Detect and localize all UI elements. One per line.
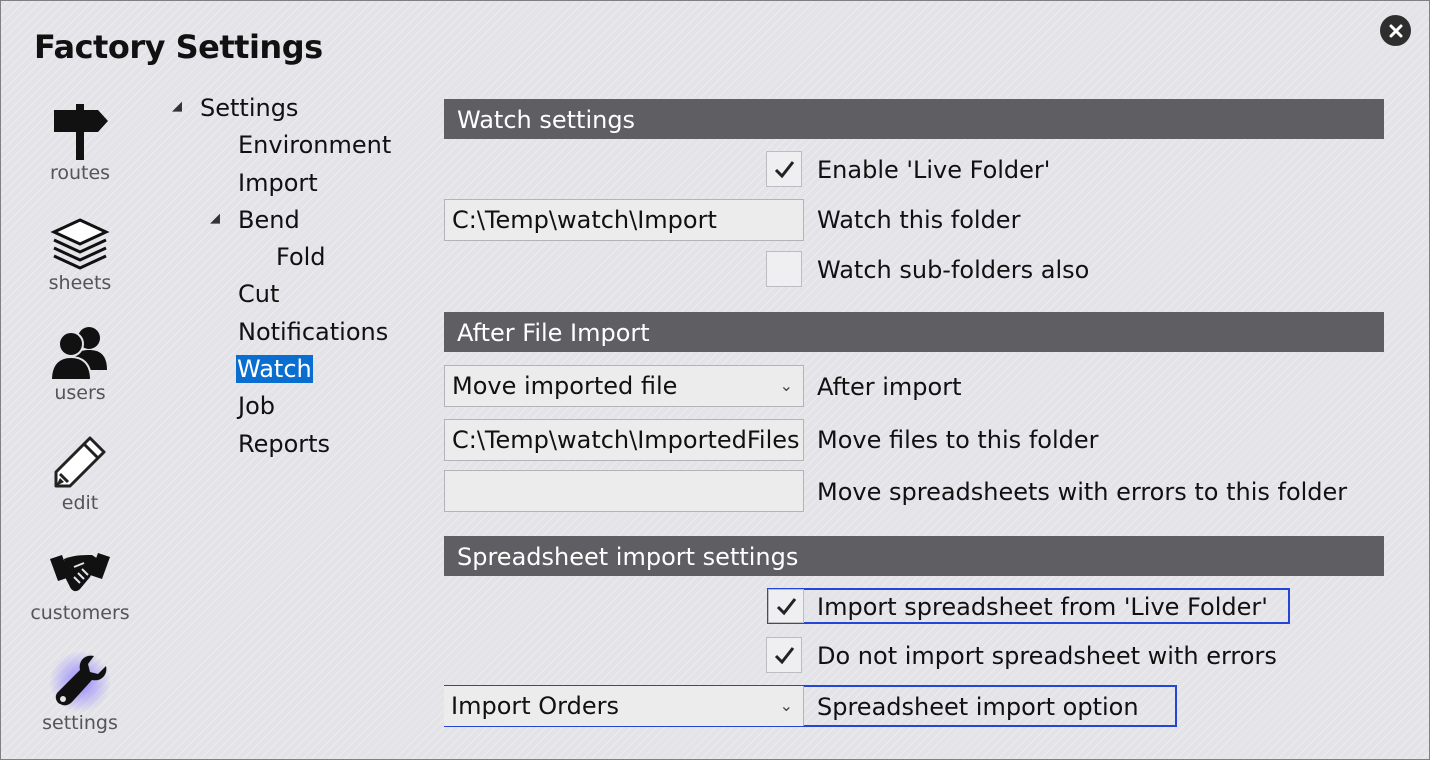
watch-folder-label: Watch this folder xyxy=(817,206,1021,234)
error-folder-label: Move spreadsheets with errors to this fo… xyxy=(817,478,1348,506)
import-from-live-checkbox[interactable] xyxy=(768,589,804,623)
watch-subfolders-checkbox[interactable] xyxy=(766,251,802,287)
nav-customers[interactable]: customers xyxy=(20,540,140,624)
tree-item-reports[interactable]: Reports xyxy=(238,428,330,460)
tree-item-watch-label: Watch xyxy=(236,355,313,383)
checkmark-icon xyxy=(776,598,797,616)
watch-subfolders-label: Watch sub-folders also xyxy=(817,256,1090,284)
wrench-icon xyxy=(20,650,140,714)
close-button[interactable] xyxy=(1380,15,1411,46)
move-folder-label: Move files to this folder xyxy=(817,426,1099,454)
nav-label-sheets: sheets xyxy=(48,272,112,294)
watch-folder-input[interactable]: C:\Temp\watch\Import xyxy=(444,199,804,241)
pencil-icon xyxy=(20,430,140,494)
nav-edit[interactable]: edit xyxy=(20,430,140,514)
nav-label-customers: customers xyxy=(30,602,130,624)
nav-users[interactable]: users xyxy=(20,320,140,404)
tree-item-settings[interactable]: Settings xyxy=(200,92,298,124)
tree-item-job[interactable]: Job xyxy=(238,390,275,422)
tree-item-bend[interactable]: Bend xyxy=(238,204,300,236)
after-import-value: Move imported file xyxy=(452,372,678,400)
watch-settings-header: Watch settings xyxy=(444,99,1384,139)
import-from-live-label: Import spreadsheet from 'Live Folder' xyxy=(817,593,1268,621)
checkmark-icon xyxy=(774,161,795,179)
skip-errors-label: Do not import spreadsheet with errors xyxy=(817,642,1277,670)
after-import-select[interactable]: Move imported file ⌄ xyxy=(444,365,804,407)
skip-errors-checkbox[interactable] xyxy=(766,637,802,673)
tree-item-watch[interactable]: Watch xyxy=(236,353,313,385)
close-icon xyxy=(1389,24,1402,37)
nav-label-edit: edit xyxy=(61,492,99,514)
nav-label-routes: routes xyxy=(49,162,111,184)
nav-settings[interactable]: settings xyxy=(20,650,140,734)
users-icon xyxy=(20,320,140,384)
after-import-label: After import xyxy=(817,373,962,401)
sheets-stack-icon xyxy=(20,210,140,274)
enable-live-folder-checkbox[interactable] xyxy=(766,151,802,187)
spreadsheet-import-header: Spreadsheet import settings xyxy=(444,536,1384,576)
checkmark-icon xyxy=(774,647,795,665)
tree-item-import[interactable]: Import xyxy=(238,167,318,199)
expand-arrow-icon[interactable]: ◢ xyxy=(210,211,220,226)
nav-routes[interactable]: routes xyxy=(20,100,140,184)
handshake-icon xyxy=(20,540,140,604)
error-folder-input[interactable] xyxy=(444,470,804,512)
move-folder-input[interactable]: C:\Temp\watch\ImportedFiles xyxy=(444,419,804,461)
expand-arrow-icon[interactable]: ◢ xyxy=(172,99,182,114)
enable-live-folder-label: Enable 'Live Folder' xyxy=(817,156,1051,184)
chevron-down-icon: ⌄ xyxy=(779,696,793,715)
tree-item-notifications[interactable]: Notifications xyxy=(238,316,388,348)
tree-item-environment[interactable]: Environment xyxy=(238,129,391,161)
import-option-select[interactable]: Import Orders ⌄ xyxy=(444,686,804,726)
tree-item-fold[interactable]: Fold xyxy=(276,241,326,273)
nav-sheets[interactable]: sheets xyxy=(20,210,140,294)
chevron-down-icon: ⌄ xyxy=(779,376,793,395)
nav-label-settings: settings xyxy=(42,712,118,734)
after-file-import-header: After File Import xyxy=(444,312,1384,352)
signpost-icon xyxy=(20,100,140,164)
import-option-value: Import Orders xyxy=(451,692,619,720)
import-option-label: Spreadsheet import option xyxy=(817,693,1139,721)
nav-label-users: users xyxy=(54,382,106,404)
window-title: Factory Settings xyxy=(34,28,323,66)
tree-item-cut[interactable]: Cut xyxy=(238,278,279,310)
